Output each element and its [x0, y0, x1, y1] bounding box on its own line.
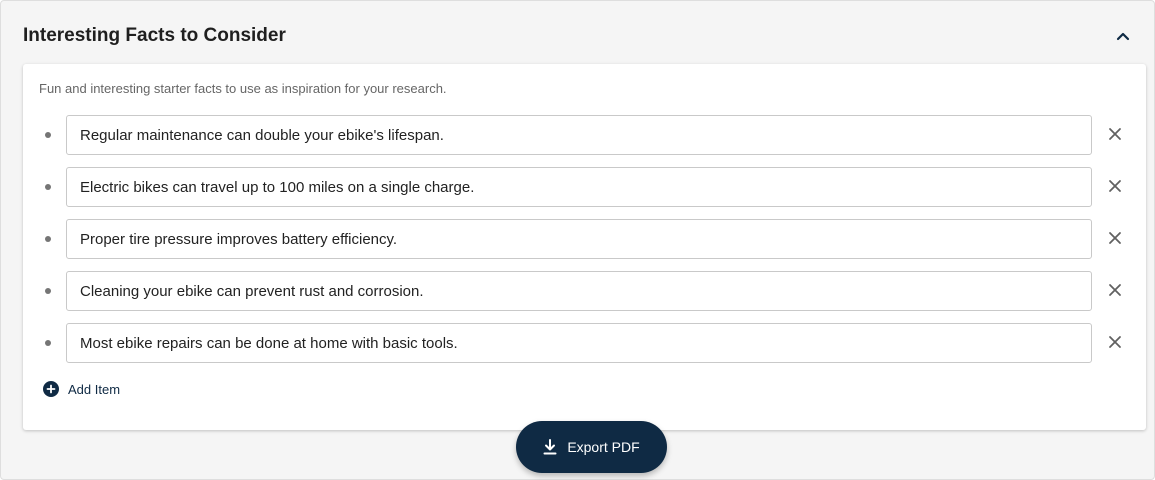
facts-card: Fun and interesting starter facts to use…	[23, 64, 1146, 430]
close-icon	[1109, 128, 1121, 140]
close-icon	[1109, 232, 1121, 244]
list-item	[23, 167, 1146, 207]
add-item-button[interactable]: Add Item	[43, 381, 120, 397]
close-icon	[1109, 180, 1121, 192]
fact-input[interactable]	[66, 219, 1092, 259]
remove-item-button[interactable]	[1104, 331, 1126, 353]
remove-item-button[interactable]	[1104, 175, 1126, 197]
remove-item-button[interactable]	[1104, 123, 1126, 145]
bullet-icon	[45, 288, 51, 294]
plus-circle-icon	[43, 381, 59, 397]
fact-input[interactable]	[66, 167, 1092, 207]
collapse-button[interactable]	[1108, 21, 1138, 51]
remove-item-button[interactable]	[1104, 227, 1126, 249]
chevron-up-icon	[1116, 32, 1130, 41]
bullet-icon	[45, 132, 51, 138]
section-header: Interesting Facts to Consider	[23, 17, 1138, 55]
fact-input[interactable]	[66, 323, 1092, 363]
close-icon	[1109, 336, 1121, 348]
facts-section: Interesting Facts to Consider Fun and in…	[0, 0, 1155, 480]
close-icon	[1109, 284, 1121, 296]
fact-input[interactable]	[66, 271, 1092, 311]
add-item-label: Add Item	[68, 381, 121, 397]
bullet-icon	[45, 236, 51, 242]
section-description: Fun and interesting starter facts to use…	[39, 81, 447, 96]
section-title: Interesting Facts to Consider	[23, 25, 286, 46]
list-item	[23, 271, 1146, 311]
facts-list	[23, 115, 1146, 375]
export-pdf-label: Export PDF	[567, 439, 640, 455]
list-item	[23, 219, 1146, 259]
bullet-icon	[45, 184, 51, 190]
fact-input[interactable]	[66, 115, 1092, 155]
download-icon	[543, 439, 557, 455]
export-pdf-button[interactable]: Export PDF	[516, 421, 667, 473]
list-item	[23, 115, 1146, 155]
list-item	[23, 323, 1146, 363]
bullet-icon	[45, 340, 51, 346]
remove-item-button[interactable]	[1104, 279, 1126, 301]
